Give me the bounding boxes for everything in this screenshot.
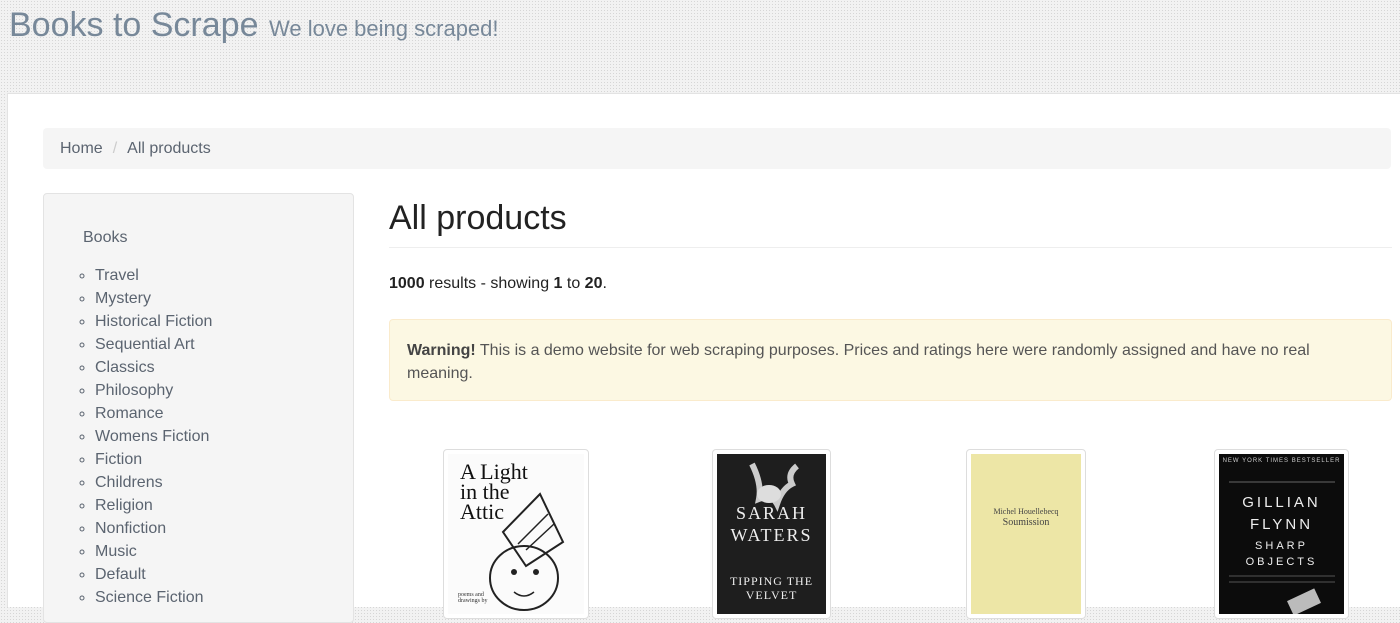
category-sidebar: Books Travel Mystery Historical Fiction … [43, 193, 354, 623]
breadcrumb-home-link[interactable]: Home [60, 140, 103, 158]
category-list: Travel Mystery Historical Fiction Sequen… [79, 264, 212, 609]
cover-author-line: SARAH [735, 503, 807, 523]
results-end: . [602, 275, 607, 292]
product-thumbnail-3[interactable]: Michel Houellebecq Soumission [966, 449, 1086, 619]
product-thumbnail-2[interactable]: SARAH WATERS TIPPING THE VELVET [712, 449, 831, 619]
book-cover-image: A Light in the Attic poems and drawings … [448, 454, 584, 614]
book-cover-image: Michel Houellebecq Soumission [971, 454, 1081, 614]
category-link-religion[interactable]: Religion [95, 497, 153, 514]
category-item: Historical Fiction [95, 310, 212, 333]
category-item: Religion [95, 494, 212, 517]
cover-book-title: TIPPING THE VELVET [729, 574, 814, 602]
category-item: Childrens [95, 471, 212, 494]
results-summary: 1000 results - showing 1 to 20. [389, 275, 607, 293]
book-cover-image: SARAH WATERS TIPPING THE VELVET [717, 454, 826, 614]
cover-author-line: Michel Houellebecq [993, 507, 1059, 516]
category-link-philosophy[interactable]: Philosophy [95, 382, 173, 399]
results-text: results - showing [424, 275, 554, 292]
category-link-mystery[interactable]: Mystery [95, 290, 151, 307]
category-link-travel[interactable]: Travel [95, 267, 139, 284]
category-item: Travel [95, 264, 212, 287]
results-to-word: to [562, 275, 585, 292]
category-item: Mystery [95, 287, 212, 310]
site-header: Books to Scrape We love being scraped! [0, 0, 1400, 93]
cover-author-line: WATERS [730, 525, 813, 545]
category-link-historical-fiction[interactable]: Historical Fiction [95, 313, 212, 330]
cover-small-text: poems and drawings by [458, 592, 488, 604]
product-thumbnail-4[interactable]: NEW YORK TIMES BESTSELLER GILLIAN FLYNN … [1214, 449, 1349, 619]
breadcrumb-separator: / [112, 139, 118, 157]
category-item: Fiction [95, 448, 212, 471]
brand-link[interactable]: Books to Scrape [9, 5, 258, 45]
cover-illustration [1229, 481, 1335, 614]
category-item: Classics [95, 356, 212, 379]
category-link-romance[interactable]: Romance [95, 405, 163, 422]
book-cover-image: NEW YORK TIMES BESTSELLER GILLIAN FLYNN … [1219, 454, 1344, 614]
category-link-sequential-art[interactable]: Sequential Art [95, 336, 195, 353]
category-link-default[interactable]: Default [95, 566, 146, 583]
results-total: 1000 [389, 275, 425, 292]
category-item: Sequential Art [95, 333, 212, 356]
category-link-childrens[interactable]: Childrens [95, 474, 163, 491]
results-to: 20 [584, 275, 603, 292]
cover-title-line: Soumission [1002, 517, 1050, 528]
category-item: Womens Fiction [95, 425, 212, 448]
product-thumbnail-1[interactable]: A Light in the Attic poems and drawings … [443, 449, 589, 619]
category-item: Philosophy [95, 379, 212, 402]
category-link-womens-fiction[interactable]: Womens Fiction [95, 428, 209, 445]
sidebar-title-books-link[interactable]: Books [83, 229, 127, 247]
category-item: Nonfiction [95, 517, 212, 540]
breadcrumb: Home / All products [43, 128, 1391, 169]
category-link-music[interactable]: Music [95, 543, 137, 560]
alert-strong: Warning! [407, 342, 476, 359]
category-item: Romance [95, 402, 212, 425]
category-item: Music [95, 540, 212, 563]
page-container: Home / All products Books Travel Mystery… [7, 93, 1400, 623]
breadcrumb-current: All products [127, 139, 211, 157]
alert-text: This is a demo website for web scraping … [407, 342, 1310, 382]
category-link-fiction[interactable]: Fiction [95, 451, 142, 468]
page-title: All products [389, 199, 567, 237]
cover-illustration [489, 492, 565, 611]
warning-alert: Warning! This is a demo website for web … [389, 319, 1392, 401]
category-item: Default [95, 563, 212, 586]
category-link-science-fiction[interactable]: Science Fiction [95, 589, 204, 606]
category-link-classics[interactable]: Classics [95, 359, 155, 376]
title-divider [389, 247, 1392, 248]
tagline: We love being scraped! [269, 16, 499, 41]
category-link-nonfiction[interactable]: Nonfiction [95, 520, 166, 537]
